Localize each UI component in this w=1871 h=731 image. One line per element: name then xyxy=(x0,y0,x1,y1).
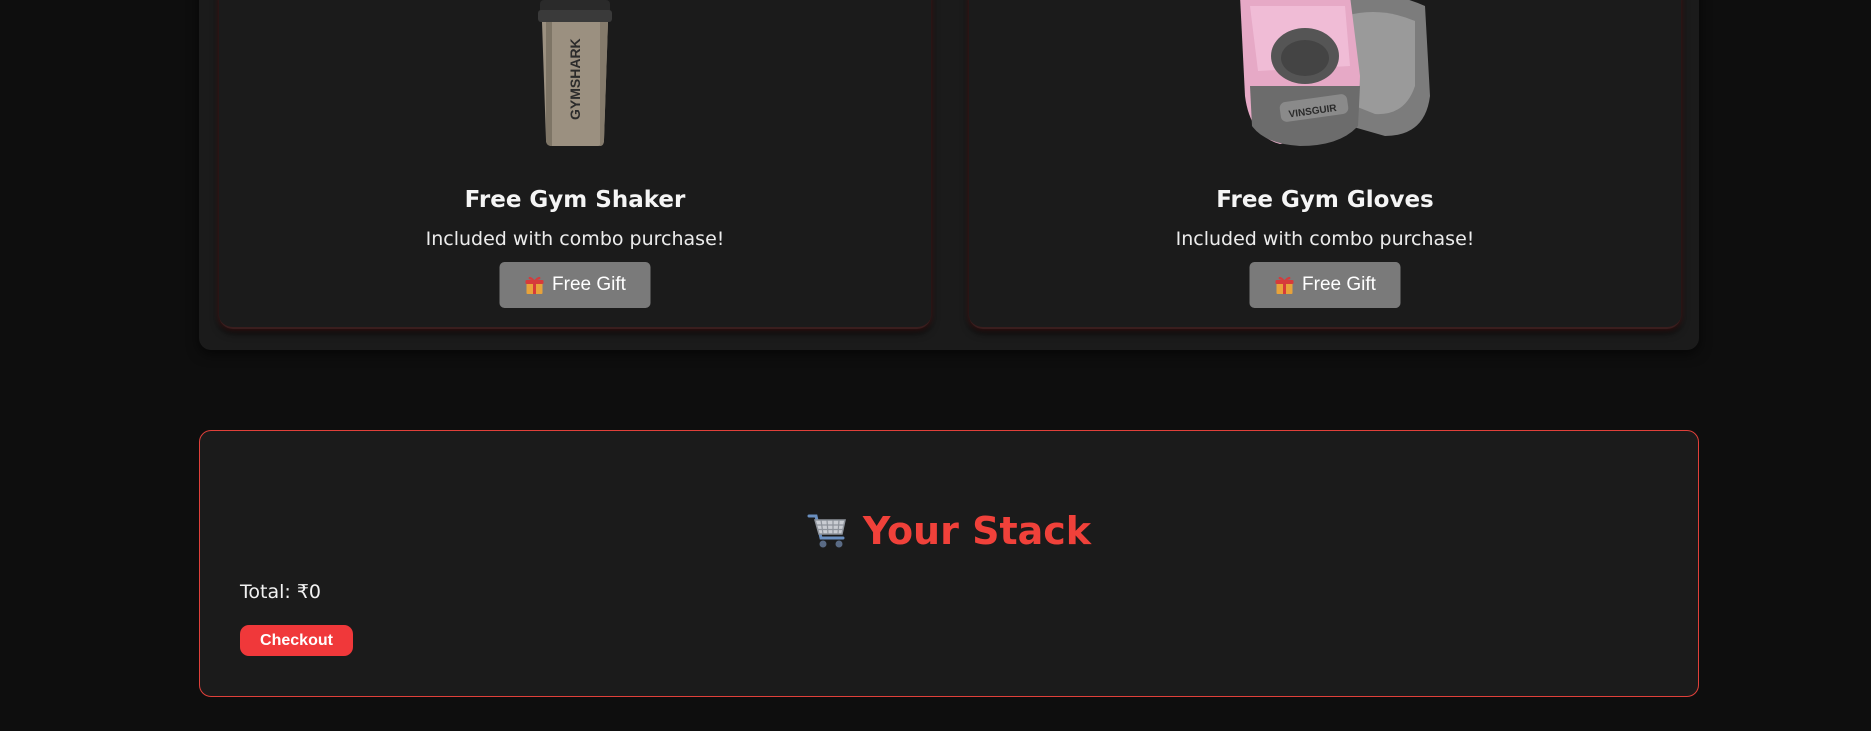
stack-title: Your Stack xyxy=(862,509,1092,553)
free-gift-button-label: Free Gift xyxy=(1302,274,1376,295)
gift-icon xyxy=(1275,276,1294,294)
gift-subtitle: Included with combo purchase! xyxy=(1175,228,1475,250)
gift-title: Free Gym Shaker xyxy=(464,187,686,213)
checkout-button[interactable]: Checkout xyxy=(240,625,353,656)
free-gift-button[interactable]: Free Gift xyxy=(499,262,651,308)
gift-subtitle: Included with combo purchase! xyxy=(425,228,725,250)
gift-card-shaker: GYMSHARK Free Gym Shaker Included with c… xyxy=(219,0,931,329)
gift-card-gloves: VINSGUIR Free Gym Gloves Included with c… xyxy=(969,0,1681,329)
free-gift-button-label: Free Gift xyxy=(552,274,626,295)
gift-icon xyxy=(525,276,544,294)
stack-total: Total: ₹0 xyxy=(240,581,321,603)
gym-shaker-image: GYMSHARK xyxy=(538,0,612,146)
gift-title: Free Gym Gloves xyxy=(1216,187,1434,213)
stack-heading: Your Stack xyxy=(200,509,1698,553)
your-stack-panel: Your Stack Total: ₹0 Checkout xyxy=(199,430,1699,697)
free-gifts-panel: GYMSHARK Free Gym Shaker Included with c… xyxy=(199,0,1699,350)
gym-gloves-image: VINSGUIR xyxy=(1240,0,1430,146)
shaker-brand-text: GYMSHARK xyxy=(567,38,583,120)
free-gift-button[interactable]: Free Gift xyxy=(1249,262,1401,308)
shopping-cart-icon xyxy=(807,514,846,548)
